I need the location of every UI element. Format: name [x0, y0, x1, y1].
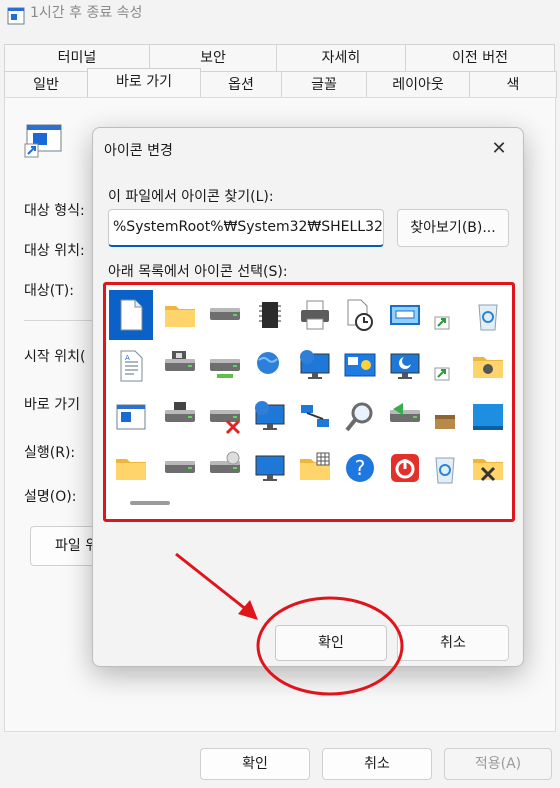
- icon-list[interactable]: A?: [103, 282, 515, 522]
- tab-layout[interactable]: 레이아웃: [366, 71, 470, 98]
- power-icon[interactable]: [383, 443, 427, 493]
- tab-details[interactable]: 자세히: [276, 44, 406, 71]
- shortcut-app-icon: [7, 7, 25, 25]
- drive-disk-icon[interactable]: [158, 341, 202, 391]
- change-icon-dialog: 아이콘 변경 ✕ 이 파일에서 아이콘 찾기(L): %SystemRoot%₩…: [92, 127, 524, 667]
- network-drive-icon[interactable]: [203, 341, 247, 391]
- printer-icon[interactable]: [293, 290, 337, 340]
- horizontal-scrollbar-thumb[interactable]: [130, 501, 170, 505]
- close-icon[interactable]: ✕: [485, 138, 513, 162]
- network-icon[interactable]: [293, 392, 337, 442]
- browse-button[interactable]: 찾아보기(B)...: [397, 209, 509, 247]
- globe-monitor-icon[interactable]: [248, 392, 292, 442]
- tab-shortcut[interactable]: 바로 가기: [87, 68, 201, 98]
- folder-settings-icon[interactable]: [466, 341, 510, 391]
- folder-tools-icon[interactable]: [466, 443, 510, 493]
- run-label: 실행(R):: [24, 445, 76, 461]
- recycle-bin-icon[interactable]: [423, 443, 467, 493]
- magnifier-icon[interactable]: [338, 392, 382, 442]
- control-panel-icon[interactable]: [338, 341, 382, 391]
- dialog-ok-button[interactable]: 확인: [275, 625, 387, 661]
- globe-monitor-icon[interactable]: [293, 341, 337, 391]
- drive-icon[interactable]: [158, 443, 202, 493]
- globe-icon[interactable]: [248, 341, 292, 391]
- window-document-icon[interactable]: [109, 392, 153, 442]
- properties-apply-button[interactable]: 적용(A): [444, 748, 552, 780]
- properties-ok-button[interactable]: 확인: [200, 748, 310, 780]
- shortcut-key-label: 바로 가기: [24, 397, 80, 413]
- shortcut-arrow-icon[interactable]: [423, 341, 467, 391]
- folder-icon[interactable]: [158, 290, 202, 340]
- chip-icon[interactable]: [248, 290, 292, 340]
- properties-cancel-button[interactable]: 취소: [322, 748, 432, 780]
- shortcut-large-icon: [24, 124, 62, 158]
- recycle-bin-full-icon[interactable]: [466, 290, 510, 340]
- window-titlebar: 1시간 후 종료 속성: [0, 0, 560, 34]
- tab-security[interactable]: 보안: [149, 44, 277, 71]
- svg-text:A: A: [125, 354, 130, 362]
- select-icon-label: 아래 목록에서 아이콘 선택(S):: [108, 264, 288, 280]
- start-in-label: 시작 위치(: [24, 349, 86, 365]
- dialog-cancel-button[interactable]: 취소: [397, 625, 509, 661]
- tab-row-bottom: 일반 바로 가기 옵션 글꼴 레이아웃 색: [0, 68, 557, 98]
- icon-file-path-input[interactable]: %SystemRoot%₩System32₩SHELL32.dll: [108, 209, 384, 247]
- target-type-label: 대상 형식:: [24, 203, 85, 219]
- tab-font[interactable]: 글꼴: [281, 71, 367, 98]
- blank-document-icon[interactable]: [109, 290, 153, 340]
- comment-label: 설명(O):: [24, 489, 77, 505]
- properties-button-bar: 확인 취소 적용(A): [0, 735, 560, 788]
- find-icons-label: 이 파일에서 아이콘 찾기(L):: [108, 189, 274, 205]
- drive-error-icon[interactable]: [203, 392, 247, 442]
- box-icon[interactable]: [423, 392, 467, 442]
- cd-drive-icon[interactable]: [203, 443, 247, 493]
- tab-colors[interactable]: 색: [469, 71, 557, 98]
- blue-window-icon[interactable]: [466, 392, 510, 442]
- folder-grid-icon[interactable]: [293, 443, 337, 493]
- drive-icon[interactable]: [203, 290, 247, 340]
- drive-arrow-icon[interactable]: [383, 392, 427, 442]
- tab-options[interactable]: 옵션: [200, 71, 282, 98]
- shortcut-arrow-icon[interactable]: [423, 290, 467, 340]
- monitor-icon[interactable]: [248, 443, 292, 493]
- tab-general[interactable]: 일반: [4, 71, 88, 98]
- help-icon[interactable]: ?: [338, 443, 382, 493]
- target-label: 대상(T):: [24, 283, 74, 299]
- text-document-icon[interactable]: A: [109, 341, 153, 391]
- floppy-drive-icon[interactable]: [158, 392, 202, 442]
- folder-icon[interactable]: [109, 443, 153, 493]
- window-app-icon[interactable]: [383, 290, 427, 340]
- tab-previous-versions[interactable]: 이전 버전: [405, 44, 555, 71]
- tab-terminal[interactable]: 터미널: [4, 44, 150, 71]
- dialog-title: 아이콘 변경: [104, 143, 173, 159]
- document-clock-icon[interactable]: [338, 290, 382, 340]
- window-title: 1시간 후 종료 속성: [30, 5, 143, 21]
- monitor-moon-icon[interactable]: [383, 341, 427, 391]
- tab-row-top: 터미널 보안 자세히 이전 버전: [0, 44, 555, 71]
- svg-text:?: ?: [355, 456, 366, 480]
- target-location-label: 대상 위치:: [24, 243, 85, 259]
